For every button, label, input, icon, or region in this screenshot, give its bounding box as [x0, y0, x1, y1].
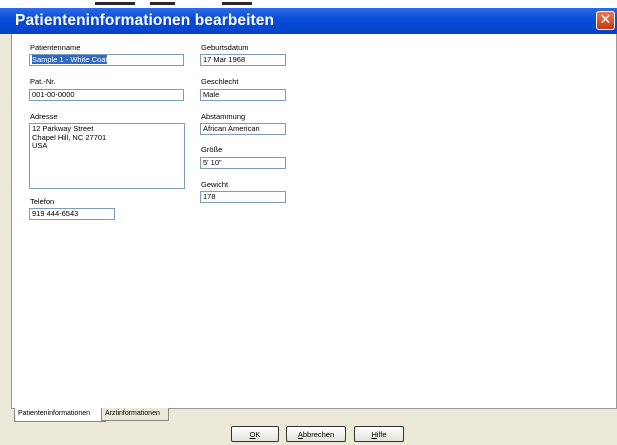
title-bar[interactable]: Patienteninformationen bearbeiten ✕	[0, 8, 617, 34]
tab-doctor-info[interactable]: Arztinformationen	[101, 408, 169, 421]
phone-label: Telefon	[30, 197, 55, 206]
background-strip	[0, 0, 617, 8]
ethnicity-input[interactable]: African American	[200, 123, 286, 135]
gender-label: Geschlecht	[201, 77, 239, 86]
help-button[interactable]: Hilfe	[354, 426, 404, 442]
address-label: Adresse	[30, 112, 58, 121]
height-input[interactable]: 5' 10"	[200, 157, 286, 169]
patient-name-label: Patientenname	[30, 43, 81, 52]
cancel-label: bbrechen	[302, 430, 335, 439]
dialog-window: Patienteninformationen bearbeiten ✕ Pati…	[0, 0, 617, 445]
patient-number-input[interactable]: 001-00-0000	[29, 89, 184, 101]
phone-input[interactable]: 919 444-6543	[29, 208, 115, 220]
patient-name-input[interactable]: Sample 1 - White Coat	[29, 54, 184, 66]
weight-input[interactable]: 178	[200, 191, 286, 203]
background-mark	[95, 2, 135, 5]
tab-panel: Patientenname Sample 1 - White Coat Pat.…	[11, 34, 617, 409]
close-icon[interactable]: ✕	[596, 11, 615, 30]
cancel-button[interactable]: Abbrechen	[286, 426, 346, 442]
background-mark	[150, 2, 175, 5]
ok-button[interactable]: OK	[231, 426, 279, 442]
birthdate-input[interactable]: 17 Mar 1968	[200, 54, 286, 66]
ethnicity-label: Abstammung	[201, 112, 246, 121]
tab-patient-info[interactable]: Patienteninformationen	[14, 408, 106, 422]
patient-number-label: Pat.-Nr.	[30, 77, 56, 86]
dialog-title: Patienteninformationen bearbeiten	[15, 12, 275, 29]
background-mark	[222, 2, 252, 5]
birthdate-label: Geburtsdatum	[201, 43, 249, 52]
help-label: ilfe	[376, 430, 387, 439]
address-textarea[interactable]: 12 Parkway Street Chapel Hill, NC 27701 …	[29, 123, 185, 189]
ok-label: K	[255, 430, 261, 439]
height-label: Größe	[201, 145, 223, 154]
patient-name-value: Sample 1 - White Coat	[32, 55, 108, 64]
weight-label: Gewicht	[201, 180, 229, 189]
gender-input[interactable]: Male	[200, 89, 286, 101]
